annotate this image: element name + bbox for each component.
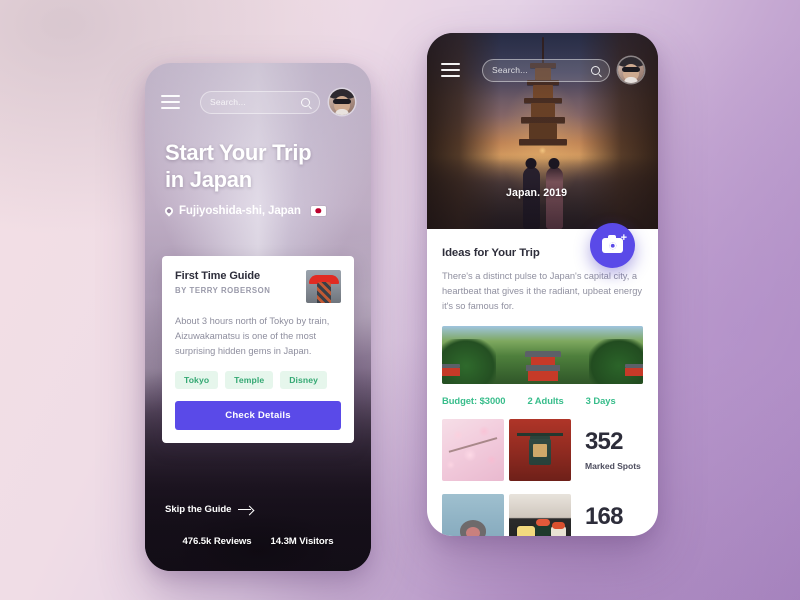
skip-guide-label: Skip the Guide	[165, 504, 232, 515]
lantern-photo[interactable]	[509, 419, 571, 482]
search-placeholder: Search...	[492, 65, 528, 75]
sunglasses-icon	[622, 67, 640, 72]
cherry-blossom-photo[interactable]	[442, 419, 504, 482]
trip-photo[interactable]	[442, 326, 643, 385]
thumbnail-pair	[442, 494, 571, 536]
featured-tips-count: 168	[585, 502, 623, 530]
marked-spots-count: 352	[585, 427, 623, 455]
avatar-shirt	[624, 77, 638, 83]
card-byline: BY TERRY ROBERSON	[175, 286, 271, 295]
top-bar: Search...	[427, 57, 658, 83]
location-row: Fujiyoshida-shi, Japan	[163, 204, 355, 217]
check-details-button[interactable]: Check Details	[175, 401, 341, 431]
hero-block: Start Your Trip in Japan Fujiyoshida-shi…	[163, 140, 355, 217]
avatar[interactable]	[618, 57, 644, 83]
content-sheet: Ideas for Your Trip There's a distinct p…	[427, 229, 658, 536]
page-title-line2: in Japan	[165, 166, 252, 192]
search-input[interactable]: Search...	[482, 58, 610, 82]
card-body-text: About 3 hours north of Tokyo by train, A…	[175, 316, 330, 357]
reviews-stat: 476.5k Reviews	[182, 536, 252, 547]
page-title-line1: Start Your Trip	[165, 140, 312, 165]
camera-fab-button[interactable]: +	[590, 223, 635, 268]
skip-guide-link[interactable]: Skip the Guide	[165, 504, 253, 515]
canvas: Search... Start Your Trip in Japan Fujiy…	[0, 0, 800, 600]
tag-chip[interactable]: Tokyo	[175, 371, 219, 390]
card-thumbnail	[306, 270, 341, 303]
search-icon[interactable]	[591, 65, 600, 75]
footer-stats: 476.5k Reviews 14.3M Visitors	[145, 536, 371, 547]
card-header: First Time Guide BY TERRY ROBERSON	[175, 270, 341, 303]
plus-icon: +	[620, 232, 627, 244]
guide-card: First Time Guide BY TERRY ROBERSON About…	[162, 256, 354, 444]
tag-chip[interactable]: Temple	[225, 371, 274, 390]
sunglasses-icon	[333, 99, 351, 104]
temple-shape	[524, 351, 561, 382]
page-title: Start Your Trip in Japan	[165, 140, 355, 194]
snow-monkey-photo[interactable]	[442, 494, 504, 536]
budget-meta: Budget: $3000	[442, 395, 506, 407]
phone-mockup-left: Search... Start Your Trip in Japan Fujiy…	[145, 63, 371, 571]
section-description: There's a distinct pulse to Japan's capi…	[442, 271, 643, 312]
temple-wing-shape	[442, 364, 460, 380]
search-placeholder: Search...	[210, 97, 246, 107]
tag-list: Tokyo Temple Disney	[175, 371, 341, 390]
stat-row: 168 Featured Tips	[442, 494, 643, 536]
temple-wing-shape	[625, 364, 643, 380]
stat-row: 352 Marked Spots	[442, 419, 643, 482]
top-bar: Search...	[145, 89, 371, 115]
person-shape	[316, 282, 331, 303]
search-icon[interactable]	[301, 97, 310, 107]
trip-meta-row: Budget: $3000 2 Adults 3 Days	[442, 395, 643, 406]
adults-meta: 2 Adults	[527, 395, 564, 407]
phone-mockup-right: Search... Japan. 2019 Ideas for Your Tri…	[427, 33, 658, 536]
sushi-photo[interactable]	[509, 494, 571, 536]
tag-chip[interactable]: Disney	[280, 371, 328, 390]
search-input[interactable]: Search...	[200, 90, 320, 114]
card-title: First Time Guide	[175, 270, 260, 282]
avatar-shirt	[335, 109, 349, 115]
avatar[interactable]	[329, 89, 355, 115]
marked-spots-label: Marked Spots	[585, 460, 641, 471]
japan-flag-icon	[310, 205, 326, 216]
stat-text: 168 Featured Tips	[585, 502, 641, 536]
arrow-right-icon	[238, 505, 253, 514]
hamburger-icon[interactable]	[161, 95, 180, 109]
thumbnail-pair	[442, 419, 571, 482]
location-label: Fujiyoshida-shi, Japan	[179, 204, 301, 217]
photo-caption: Japan. 2019	[506, 187, 568, 199]
stat-text: 352 Marked Spots	[585, 427, 641, 471]
days-meta: 3 Days	[585, 395, 616, 407]
card-titles: First Time Guide BY TERRY ROBERSON	[175, 270, 270, 295]
location-pin-icon	[163, 204, 175, 217]
visitors-stat: 14.3M Visitors	[270, 536, 334, 547]
hamburger-icon[interactable]	[441, 63, 460, 77]
